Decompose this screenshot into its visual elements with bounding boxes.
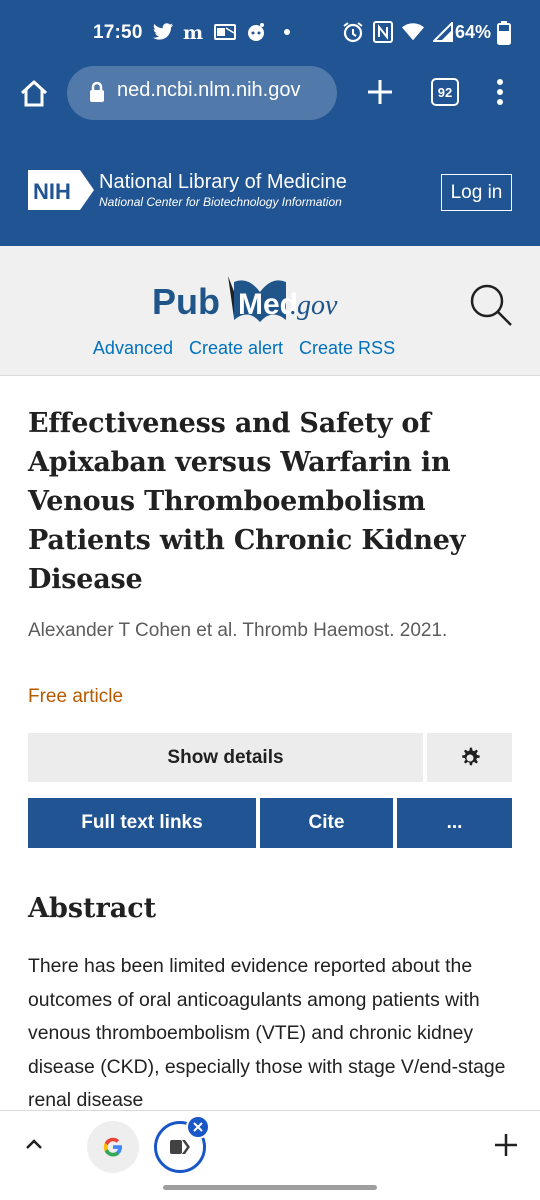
system-icons — [342, 20, 454, 44]
more-vert-icon — [497, 79, 503, 105]
close-tab-group-button[interactable] — [186, 1115, 210, 1139]
nih-header: NIH National Library of Medicine Nationa… — [0, 128, 540, 246]
m-app-icon: m — [183, 20, 205, 44]
status-time: 17:50 — [93, 22, 143, 43]
search-icon[interactable] — [468, 282, 514, 328]
twitter-icon — [152, 20, 174, 44]
nlm-title[interactable]: National Library of Medicine — [99, 171, 347, 194]
svg-text:m: m — [183, 23, 203, 41]
cite-button[interactable]: Cite — [260, 798, 393, 848]
tab-switcher-button[interactable]: 92 — [431, 78, 459, 106]
abstract-text: There has been limited evidence reported… — [28, 955, 506, 1110]
notification-icons: m — [152, 20, 298, 44]
gesture-nav-handle[interactable] — [163, 1185, 377, 1190]
signal-icon — [432, 20, 454, 44]
pubmed-logo[interactable]: Pub Med .gov — [150, 262, 390, 328]
plus-icon — [368, 80, 392, 104]
nlm-subtitle: National Center for Biotechnology Inform… — [99, 195, 342, 209]
login-button[interactable]: Log in — [441, 174, 512, 211]
new-tab-button[interactable] — [364, 76, 396, 108]
article-citation: Alexander T Cohen et al. Thromb Haemost.… — [28, 620, 448, 641]
wifi-icon — [402, 20, 424, 44]
dot-icon — [276, 20, 298, 44]
close-icon — [193, 1122, 203, 1132]
gear-icon — [461, 747, 480, 765]
plus-icon — [495, 1134, 517, 1156]
svg-text:.gov: .gov — [290, 290, 338, 321]
outlook-icon — [214, 20, 236, 44]
svg-text:Med: Med — [238, 288, 298, 321]
status-bar: 17:50 m 64% — [0, 0, 540, 66]
google-button[interactable] — [87, 1121, 139, 1173]
abstract-heading: Abstract — [28, 893, 157, 924]
article-title: Effectiveness and Safety of Apixaban ver… — [28, 408, 466, 595]
google-icon — [103, 1137, 122, 1157]
display-options-button[interactable] — [427, 733, 512, 782]
pubmed-header: Pub Med .gov Advanced Create alert Creat… — [0, 246, 540, 376]
add-tab-button[interactable] — [492, 1131, 520, 1159]
browser-menu-button[interactable] — [490, 76, 510, 110]
nih-badge-text: NIH — [33, 179, 71, 204]
svg-text:Pub: Pub — [152, 281, 220, 322]
address-bar[interactable]: ned.ncbi.nlm.nih.gov — [67, 66, 337, 120]
home-button[interactable] — [18, 78, 50, 110]
lock-icon — [89, 81, 105, 103]
pubmed-links: Advanced Create alert Create RSS — [0, 338, 540, 359]
create-alert-link[interactable]: Create alert — [189, 338, 283, 359]
url-text: ned.ncbi.nlm.nih.gov — [117, 79, 301, 101]
more-actions-button[interactable]: ... — [397, 798, 512, 848]
advanced-link[interactable]: Advanced — [93, 338, 173, 359]
create-rss-link[interactable]: Create RSS — [299, 338, 395, 359]
nih-logo[interactable]: NIH — [28, 170, 94, 210]
reddit-icon — [245, 20, 267, 44]
home-icon — [20, 80, 48, 107]
nfc-icon — [372, 20, 394, 44]
chevron-up-icon — [26, 1139, 42, 1149]
battery-percentage: 64% — [455, 22, 492, 42]
tab-group-icon — [170, 1140, 190, 1154]
free-article-label: Free article — [28, 686, 124, 707]
show-details-button[interactable]: Show details — [28, 733, 423, 782]
battery-icon — [497, 21, 511, 50]
expand-button[interactable] — [22, 1133, 46, 1157]
full-text-links-button[interactable]: Full text links — [28, 798, 256, 848]
browser-toolbar: ned.ncbi.nlm.nih.gov 92 — [0, 66, 540, 128]
alarm-icon — [342, 20, 364, 44]
